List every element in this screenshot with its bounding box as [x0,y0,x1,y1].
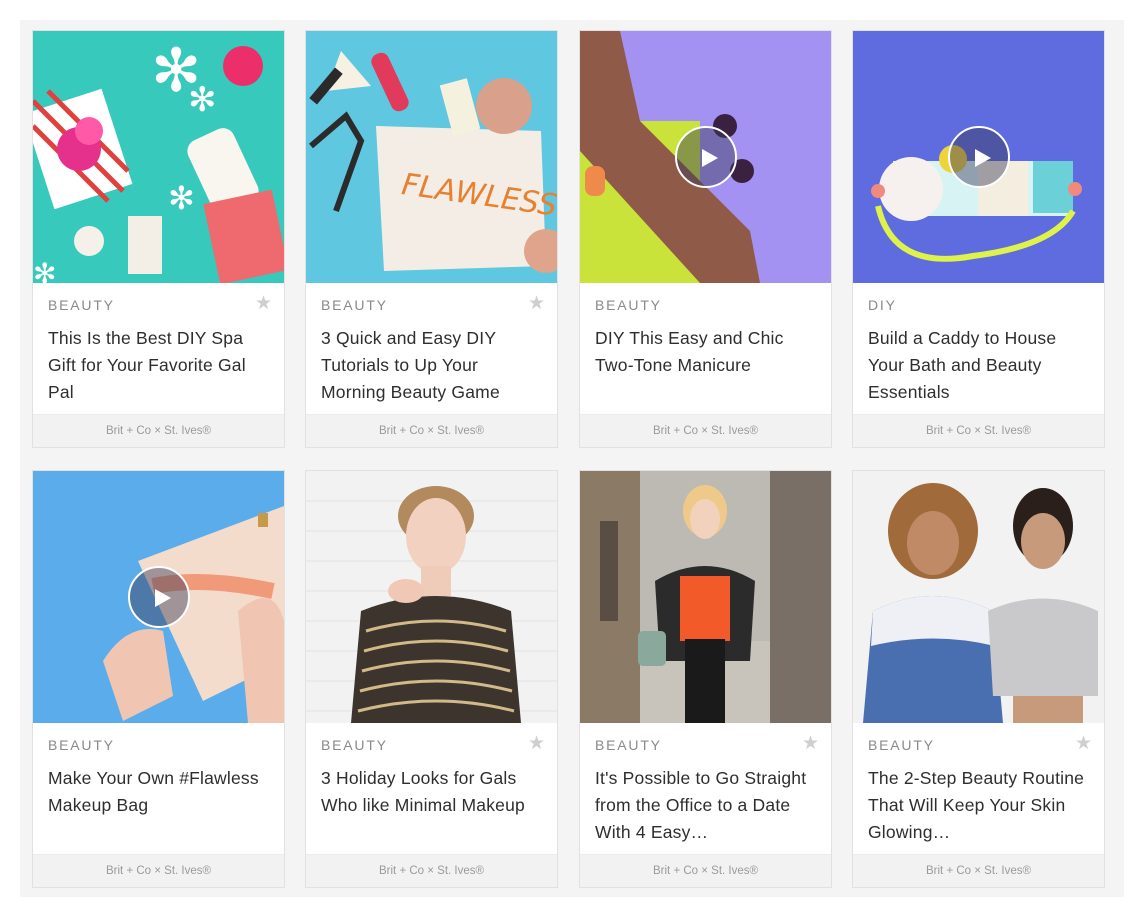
card-sponsor: Brit + Co × St. Ives® [33,854,284,887]
card-thumbnail[interactable] [853,471,1104,723]
card-title[interactable]: DIY This Easy and Chic Two-Tone Manicure [595,325,816,379]
card-category: BEAUTY [595,297,662,313]
card-sponsor: Brit + Co × St. Ives® [580,414,831,447]
card-sponsor: Brit + Co × St. Ives® [853,414,1104,447]
svg-text:✻: ✻ [33,257,56,283]
card-category: BEAUTY [48,737,115,753]
card-thumbnail[interactable]: FLAWLESS [306,31,557,283]
card-title[interactable]: It's Possible to Go Straight from the Of… [595,765,816,846]
star-icon[interactable]: ★ [802,733,819,753]
star-icon[interactable]: ★ [1075,733,1092,753]
card-thumbnail[interactable] [853,31,1104,283]
card-title[interactable]: 3 Holiday Looks for Gals Who like Minima… [321,765,542,819]
card-title[interactable]: The 2-Step Beauty Routine That Will Keep… [868,765,1089,846]
svg-text:✻: ✻ [168,179,195,217]
star-icon[interactable]: ★ [528,293,545,313]
card-category: BEAUTY [868,737,935,753]
article-grid: ✻ ✻ ✻ ✻ BEAUTY This Is the Best DIY Spa … [20,20,1124,897]
card-sponsor: Brit + Co × St. Ives® [33,414,284,447]
article-card[interactable]: BEAUTY DIY This Easy and Chic Two-Tone M… [579,30,832,448]
card-thumbnail[interactable] [33,471,284,723]
card-sponsor: Brit + Co × St. Ives® [853,854,1104,887]
article-card[interactable]: FLAWLESS BEAUTY 3 Quick and Easy DIY Tut… [305,30,558,448]
card-category: DIY [868,297,897,313]
card-sponsor: Brit + Co × St. Ives® [306,854,557,887]
card-title[interactable]: 3 Quick and Easy DIY Tutorials to Up You… [321,325,542,406]
article-card[interactable]: DIY Build a Caddy to House Your Bath and… [852,30,1105,448]
play-icon[interactable] [675,126,737,188]
card-title[interactable]: Make Your Own #Flawless Makeup Bag [48,765,269,819]
card-category: BEAUTY [321,297,388,313]
card-category: BEAUTY [595,737,662,753]
card-thumbnail[interactable] [580,31,831,283]
play-icon[interactable] [948,126,1010,188]
card-thumbnail[interactable] [580,471,831,723]
card-category: BEAUTY [48,297,115,313]
card-title[interactable]: Build a Caddy to House Your Bath and Bea… [868,325,1089,406]
star-icon[interactable]: ★ [528,733,545,753]
play-icon[interactable] [128,566,190,628]
card-sponsor: Brit + Co × St. Ives® [306,414,557,447]
article-card[interactable]: BEAUTY Make Your Own #Flawless Makeup Ba… [32,470,285,888]
card-title[interactable]: This Is the Best DIY Spa Gift for Your F… [48,325,269,406]
article-card[interactable]: BEAUTY It's Possible to Go Straight from… [579,470,832,888]
article-card[interactable]: ✻ ✻ ✻ ✻ BEAUTY This Is the Best DIY Spa … [32,30,285,448]
star-icon[interactable]: ★ [255,293,272,313]
article-card[interactable]: BEAUTY The 2-Step Beauty Routine That Wi… [852,470,1105,888]
card-thumbnail[interactable] [306,471,557,723]
article-card[interactable]: BEAUTY 3 Holiday Looks for Gals Who like… [305,470,558,888]
card-thumbnail[interactable]: ✻ ✻ ✻ ✻ [33,31,284,283]
card-sponsor: Brit + Co × St. Ives® [580,854,831,887]
svg-text:✻: ✻ [188,80,217,120]
card-category: BEAUTY [321,737,388,753]
